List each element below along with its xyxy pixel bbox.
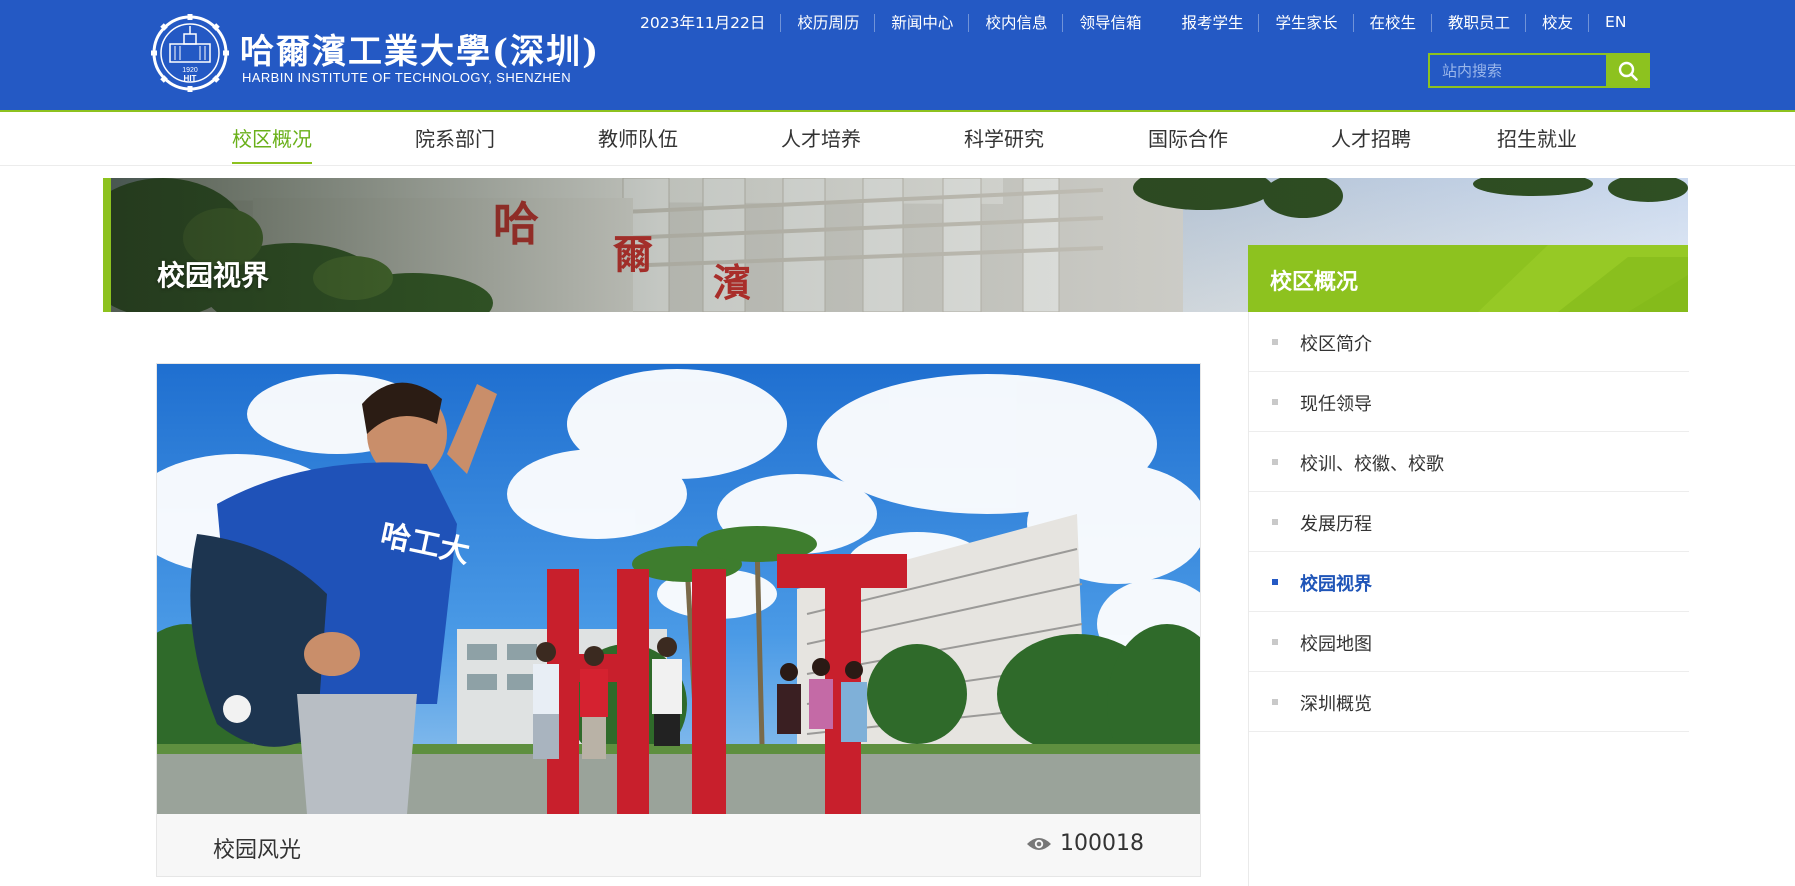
search-input[interactable] xyxy=(1428,53,1606,88)
nav-item-admissions[interactable]: 招生就业 xyxy=(1497,112,1577,166)
university-logo[interactable]: 1920 HIT 哈爾濱工業大學(深圳) HARBIN INSTITUTE OF… xyxy=(146,14,598,92)
banner-title: 校园视界 xyxy=(157,259,270,292)
sidebar-item-label: 校训、校徽、校歌 xyxy=(1300,454,1444,475)
sidebar-item-label: 校园地图 xyxy=(1300,634,1372,655)
emblem-text: HIT xyxy=(184,74,197,83)
sidebar-item-campus-map[interactable]: 校园地图 xyxy=(1249,612,1689,672)
banner-accent-bar xyxy=(103,178,111,312)
top-link-campus-info[interactable]: 校内信息 xyxy=(969,11,1064,33)
sidebar-header: 校区概况 xyxy=(1248,245,1688,312)
campus-photo[interactable]: 哈工大 xyxy=(157,364,1200,814)
caption-bar: 校园风光 100018 xyxy=(157,814,1200,876)
nav-item-education[interactable]: 人才培养 xyxy=(781,112,861,166)
logo-english-name: HARBIN INSTITUTE OF TECHNOLOGY, SHENZHEN xyxy=(242,70,572,85)
square-bullet-icon xyxy=(1272,459,1278,465)
sidebar-item-shenzhen-overview[interactable]: 深圳概览 xyxy=(1249,672,1689,732)
view-count: 100018 xyxy=(1026,831,1144,856)
emblem-year: 1920 xyxy=(182,67,198,74)
main-navigation: 校区概况 院系部门 教师队伍 人才培养 科学研究 国际合作 人才招聘 招生就业 xyxy=(0,112,1795,166)
top-link-leader-mailbox[interactable]: 领导信箱 xyxy=(1063,11,1165,33)
nav-item-research[interactable]: 科学研究 xyxy=(964,112,1044,166)
sidebar-item-history[interactable]: 发展历程 xyxy=(1249,492,1689,552)
sidebar-item-label: 校园视界 xyxy=(1300,574,1372,595)
current-date: 2023年11月22日 xyxy=(624,11,782,33)
square-bullet-icon xyxy=(1272,579,1278,585)
search-button[interactable] xyxy=(1606,53,1650,88)
square-bullet-icon xyxy=(1272,639,1278,645)
language-switch-en[interactable]: EN xyxy=(1589,13,1642,31)
search-icon xyxy=(1618,61,1638,81)
photo-caption: 校园风光 xyxy=(213,838,302,863)
square-bullet-icon xyxy=(1272,399,1278,405)
nav-item-international[interactable]: 国际合作 xyxy=(1148,112,1228,166)
top-links: 2023年11月22日 校历周历 新闻中心 校内信息 领导信箱 报考学生 学生家… xyxy=(624,10,1642,34)
square-bullet-icon xyxy=(1272,339,1278,345)
sidebar-item-label: 发展历程 xyxy=(1300,514,1372,535)
square-bullet-icon xyxy=(1272,519,1278,525)
sidebar-item-label: 深圳概览 xyxy=(1300,694,1372,715)
sidebar-title: 校区概况 xyxy=(1270,270,1359,295)
top-link-staff[interactable]: 教职员工 xyxy=(1432,11,1527,33)
top-link-applicants[interactable]: 报考学生 xyxy=(1165,11,1260,33)
eye-icon xyxy=(1027,837,1052,850)
university-emblem-icon: 1920 HIT xyxy=(151,14,229,92)
top-link-students[interactable]: 在校生 xyxy=(1354,11,1433,33)
top-link-calendar[interactable]: 校历周历 xyxy=(781,11,876,33)
sidebar-item-leadership[interactable]: 现任领导 xyxy=(1249,372,1689,432)
sidebar-item-introduction[interactable]: 校区简介 xyxy=(1249,312,1689,372)
top-link-alumni[interactable]: 校友 xyxy=(1526,11,1590,33)
top-link-parents[interactable]: 学生家长 xyxy=(1259,11,1354,33)
view-count-value: 100018 xyxy=(1060,831,1144,856)
sidebar-item-motto-emblem-song[interactable]: 校训、校徽、校歌 xyxy=(1249,432,1689,492)
logo-chinese-name: 哈爾濱工業大學(深圳) xyxy=(240,32,601,72)
nav-item-departments[interactable]: 院系部门 xyxy=(415,112,495,166)
nav-item-faculty[interactable]: 教师队伍 xyxy=(598,112,678,166)
sidebar-menu: 校区简介 现任领导 校训、校徽、校歌 发展历程 校园视界 校园地图 深圳概览 xyxy=(1248,312,1689,886)
sidebar-item-label: 校区简介 xyxy=(1300,334,1372,355)
site-search xyxy=(1428,53,1650,88)
sidebar-item-label: 现任领导 xyxy=(1300,394,1372,415)
nav-item-recruitment[interactable]: 人才招聘 xyxy=(1331,112,1411,166)
top-link-news[interactable]: 新闻中心 xyxy=(875,11,970,33)
gallery-card[interactable]: 哈工大 校园风光 100018 xyxy=(156,363,1201,877)
sidebar-item-campus-view[interactable]: 校园视界 xyxy=(1249,552,1689,612)
nav-item-campus-overview[interactable]: 校区概况 xyxy=(232,112,312,166)
square-bullet-icon xyxy=(1272,699,1278,705)
top-header: 1920 HIT 哈爾濱工業大學(深圳) HARBIN INSTITUTE OF… xyxy=(0,0,1795,110)
